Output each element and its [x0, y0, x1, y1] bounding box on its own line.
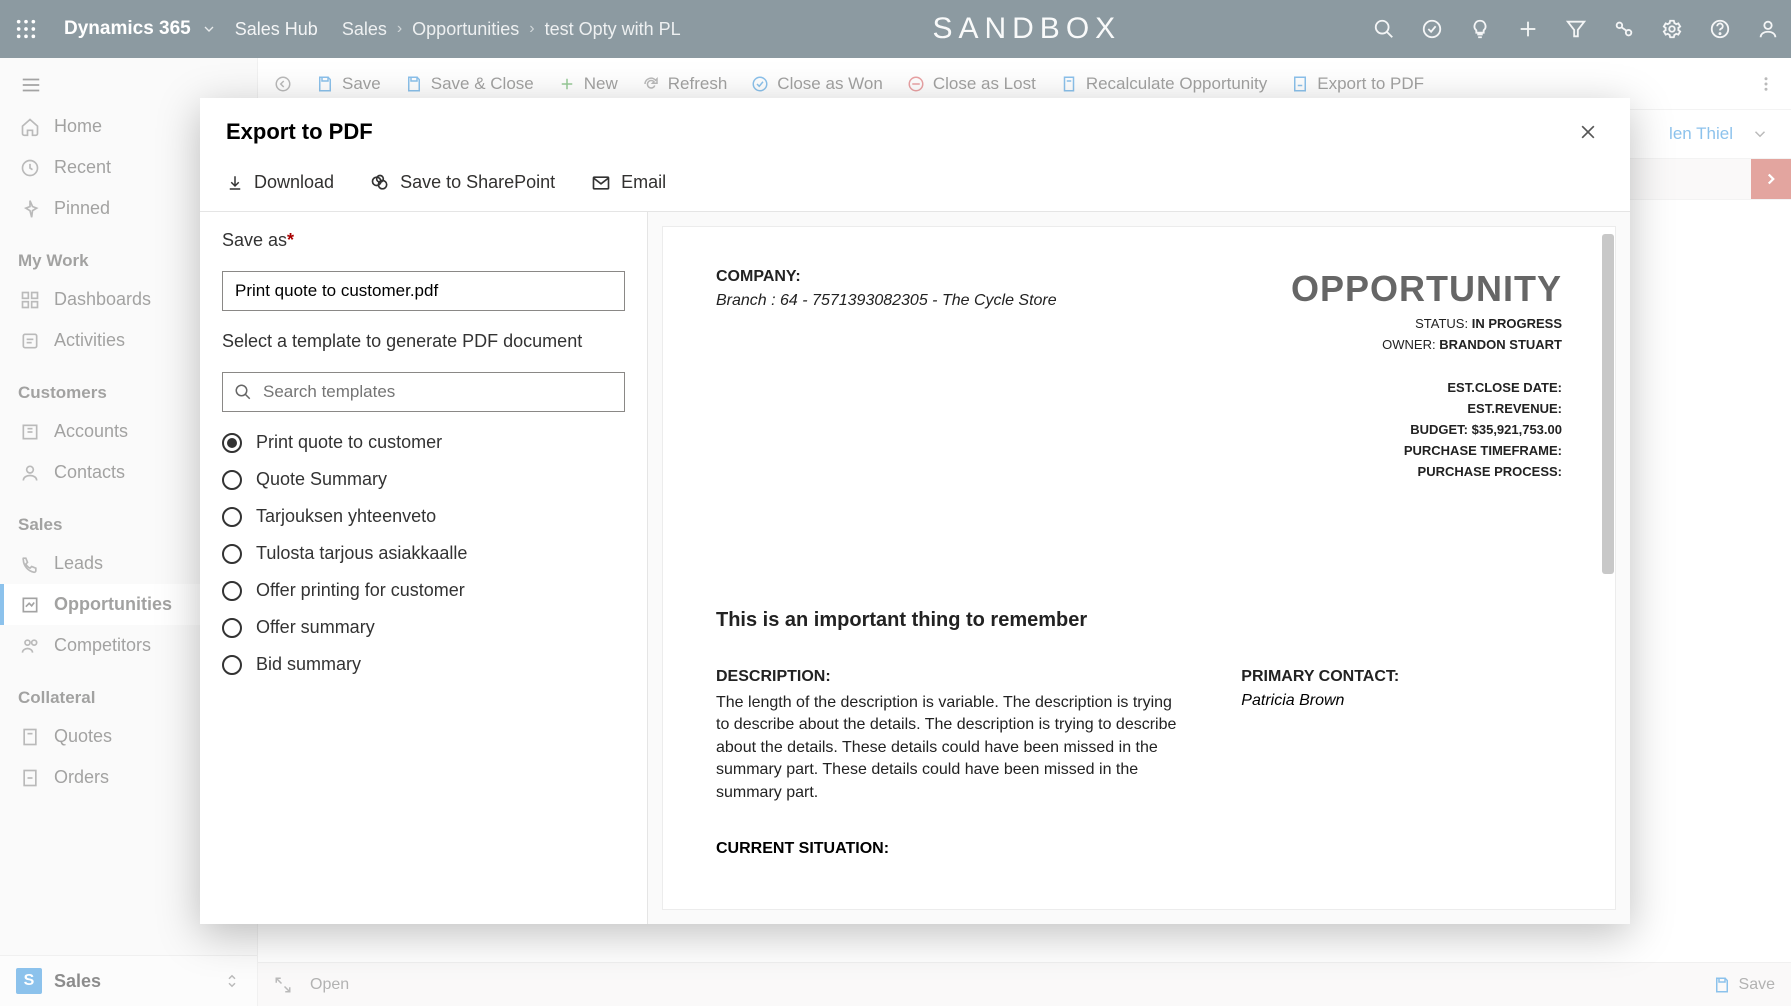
preview-desc-heading: DESCRIPTION: [716, 668, 1181, 686]
preview-timeframe: PURCHASE TIMEFRAME: [1291, 443, 1562, 458]
radio-icon [222, 507, 242, 527]
template-label: Print quote to customer [256, 432, 442, 453]
template-label: Tarjouksen yhteenveto [256, 506, 436, 527]
preview-owner: OWNER: BRANDON STUART [1291, 337, 1562, 352]
search-icon [234, 383, 252, 401]
modal-left-panel: Save as* Select a template to generate P… [200, 212, 648, 924]
template-label: Quote Summary [256, 469, 387, 490]
template-radio[interactable]: Quote Summary [222, 469, 625, 490]
template-radio[interactable]: Tulosta tarjous asiakkaalle [222, 543, 625, 564]
preview-branch: Branch : 64 - 7571393082305 - The Cycle … [716, 292, 1057, 310]
modal-preview-panel: COMPANY: Branch : 64 - 7571393082305 - T… [648, 212, 1630, 924]
close-icon[interactable] [1572, 116, 1604, 148]
email-button[interactable]: Email [591, 172, 666, 193]
radio-icon [222, 655, 242, 675]
save-sharepoint-button[interactable]: Save to SharePoint [370, 172, 555, 193]
export-pdf-modal: Export to PDF Download Save to SharePoin… [200, 98, 1630, 924]
btn-label: Download [254, 172, 334, 193]
radio-icon [222, 470, 242, 490]
template-label: Offer printing for customer [256, 580, 465, 601]
preview-desc-body: The length of the description is variabl… [716, 692, 1181, 804]
search-templates-input[interactable] [222, 372, 625, 412]
preview-memo-title: This is an important thing to remember [716, 609, 1562, 632]
template-heading: Select a template to generate PDF docume… [222, 331, 625, 352]
template-radio[interactable]: Tarjouksen yhteenveto [222, 506, 625, 527]
saveas-input[interactable] [222, 271, 625, 311]
download-button[interactable]: Download [226, 172, 334, 193]
template-label: Offer summary [256, 617, 375, 638]
radio-icon [222, 433, 242, 453]
template-label: Bid summary [256, 654, 361, 675]
scrollbar-thumb[interactable] [1602, 234, 1614, 574]
template-label: Tulosta tarjous asiakkaalle [256, 543, 467, 564]
template-radio[interactable]: Bid summary [222, 654, 625, 675]
btn-label: Email [621, 172, 666, 193]
preview-contact-name: Patricia Brown [1241, 692, 1562, 710]
preview-estclose: EST.CLOSE DATE: [1291, 380, 1562, 395]
saveas-label: Save as* [222, 230, 625, 251]
modal-toolbar: Download Save to SharePoint Email [200, 162, 1630, 212]
preview-estrev: EST.REVENUE: [1291, 401, 1562, 416]
radio-icon [222, 581, 242, 601]
template-list: Print quote to customer Quote Summary Tarj… [222, 432, 625, 675]
preview-budget: BUDGET: $35,921,753.00 [1291, 422, 1562, 437]
template-radio[interactable]: Offer printing for customer [222, 580, 625, 601]
preview-company-label: COMPANY: [716, 268, 1057, 286]
template-radio[interactable]: Offer summary [222, 617, 625, 638]
modal-title: Export to PDF [226, 119, 373, 145]
preview-process: PURCHASE PROCESS: [1291, 464, 1562, 479]
preview-contact-heading: PRIMARY CONTACT: [1241, 668, 1562, 686]
preview-situation-heading: CURRENT SITUATION: [716, 840, 1562, 858]
pdf-preview[interactable]: COMPANY: Branch : 64 - 7571393082305 - T… [662, 226, 1616, 910]
btn-label: Save to SharePoint [400, 172, 555, 193]
template-radio[interactable]: Print quote to customer [222, 432, 625, 453]
preview-status: STATUS: IN PROGRESS [1291, 316, 1562, 331]
radio-icon [222, 618, 242, 638]
radio-icon [222, 544, 242, 564]
preview-big-title: OPPORTUNITY [1291, 268, 1562, 310]
